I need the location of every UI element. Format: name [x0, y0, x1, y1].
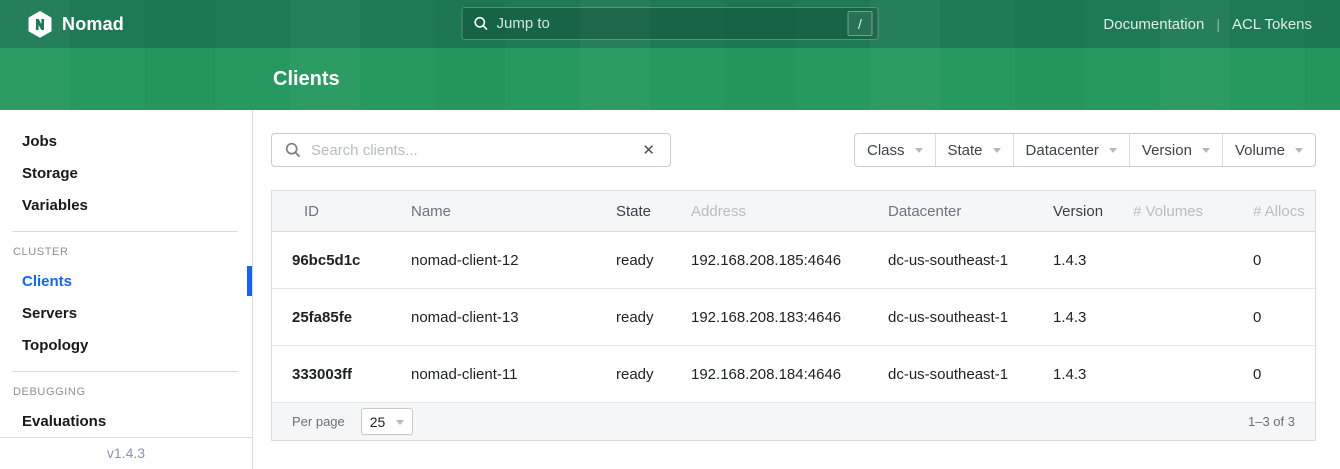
caret-down-icon: [915, 148, 923, 157]
client-row[interactable]: 25fa85fe nomad-client-13 ready 192.168.2…: [272, 289, 1315, 346]
filter-bar: Class State Datacenter Version: [854, 133, 1316, 167]
filter-volume[interactable]: Volume: [1222, 134, 1315, 166]
search-icon: [474, 16, 489, 31]
per-page-label: Per page: [292, 414, 345, 429]
sidebar: Jobs Storage Variables CLUSTER Clients S…: [0, 110, 253, 469]
navbar-links: Documentation | ACL Tokens: [1103, 16, 1312, 33]
toolbar: ✕ Class State Datacenter: [271, 133, 1316, 167]
sidebar-item-clients[interactable]: Clients: [0, 265, 252, 297]
column-header-version[interactable]: Version: [1033, 203, 1113, 220]
sidebar-footer: v1.4.3: [0, 437, 252, 469]
page-header: Clients: [0, 48, 1340, 110]
links-separator: |: [1216, 16, 1220, 32]
sidebar-section-cluster: CLUSTER: [0, 241, 252, 265]
search-clients-input[interactable]: [311, 142, 640, 159]
column-header-name[interactable]: Name: [391, 203, 596, 220]
caret-down-icon: [1109, 148, 1117, 157]
sidebar-divider: [12, 231, 238, 232]
brand-label: Nomad: [62, 14, 124, 35]
client-row[interactable]: 333003ff nomad-client-11 ready 192.168.2…: [272, 346, 1315, 403]
column-header-state[interactable]: State: [596, 203, 671, 220]
documentation-link[interactable]: Documentation: [1103, 16, 1204, 33]
version-label: v1.4.3: [107, 445, 145, 461]
caret-down-icon: [993, 148, 1001, 157]
page-title: Clients: [273, 68, 340, 91]
pagination-range: 1–3 of 3: [1248, 414, 1295, 429]
main-layout: Jobs Storage Variables CLUSTER Clients S…: [0, 110, 1340, 469]
sidebar-divider: [12, 371, 238, 372]
table-footer: Per page 25 1–3 of 3: [272, 403, 1315, 440]
sidebar-item-jobs[interactable]: Jobs: [0, 125, 252, 157]
column-header-volumes: # Volumes: [1113, 203, 1233, 220]
filter-class[interactable]: Class: [855, 134, 935, 166]
acl-tokens-link[interactable]: ACL Tokens: [1232, 16, 1312, 33]
sidebar-section-debugging: DEBUGGING: [0, 381, 252, 405]
per-page-select[interactable]: 25: [361, 408, 413, 435]
clients-content: ✕ Class State Datacenter: [253, 110, 1340, 469]
clients-table: ID Name State Address Datacenter Version…: [271, 190, 1316, 441]
sidebar-item-servers[interactable]: Servers: [0, 297, 252, 329]
client-search-box: ✕: [271, 133, 671, 167]
column-header-address: Address: [671, 203, 868, 220]
nomad-logo-icon: [28, 11, 52, 38]
table-header-row: ID Name State Address Datacenter Version…: [272, 191, 1315, 232]
filter-state[interactable]: State: [935, 134, 1013, 166]
filter-version[interactable]: Version: [1129, 134, 1222, 166]
caret-down-icon: [1295, 148, 1303, 157]
caret-down-icon: [396, 420, 404, 429]
client-row[interactable]: 96bc5d1c nomad-client-12 ready 192.168.2…: [272, 232, 1315, 289]
nomad-app: Nomad Jump to / Documentation | ACL Toke…: [0, 0, 1340, 469]
clear-search-icon[interactable]: ✕: [640, 141, 657, 160]
jump-to-search[interactable]: Jump to /: [462, 7, 879, 40]
sidebar-item-storage[interactable]: Storage: [0, 157, 252, 189]
column-header-datacenter[interactable]: Datacenter: [868, 203, 1033, 220]
column-header-allocs: # Allocs: [1233, 203, 1315, 220]
sidebar-item-variables[interactable]: Variables: [0, 189, 252, 221]
slash-shortcut-badge: /: [848, 11, 873, 36]
sidebar-item-evaluations[interactable]: Evaluations: [0, 405, 252, 437]
search-icon: [285, 142, 301, 158]
nomad-home-link[interactable]: Nomad: [28, 11, 124, 38]
sidebar-item-topology[interactable]: Topology: [0, 329, 252, 361]
caret-down-icon: [1202, 148, 1210, 157]
filter-datacenter[interactable]: Datacenter: [1013, 134, 1129, 166]
column-header-id[interactable]: ID: [272, 203, 391, 220]
top-navbar: Nomad Jump to / Documentation | ACL Toke…: [0, 0, 1340, 48]
jump-to-placeholder: Jump to: [497, 15, 848, 32]
